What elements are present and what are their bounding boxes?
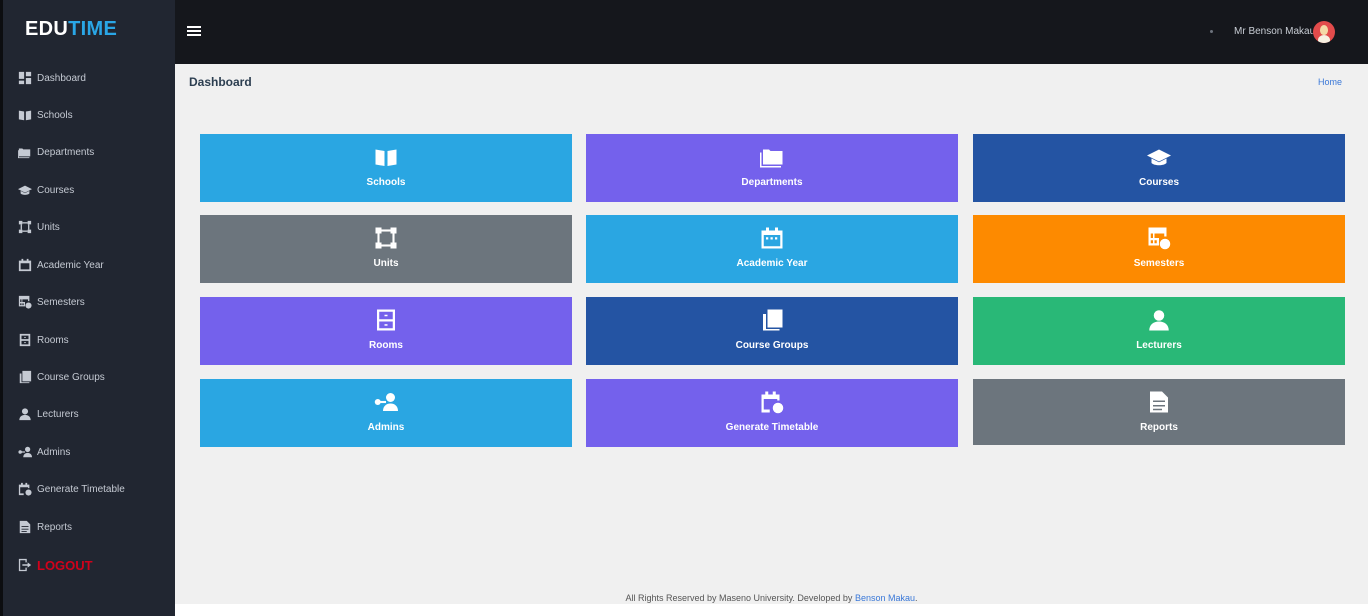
cabinet-icon [17,332,33,348]
tile-label: Reports [1140,422,1178,433]
tile-label: Generate Timetable [725,422,819,433]
tile-course-groups[interactable]: Course Groups [586,297,958,365]
sidebar-item-semesters[interactable]: Semesters [17,289,85,315]
calendar-clock-icon [759,389,785,415]
logout-button[interactable]: LOGOUT [17,552,93,578]
brand-logo-part2: TIME [68,18,118,40]
sidebar-item-label: Units [37,221,60,233]
book-open-icon [17,107,33,123]
sidebar-item-label: Semesters [37,296,85,308]
sidebar-item-academic-year[interactable]: Academic Year [17,252,104,278]
graduation-cap-icon [17,182,33,198]
tile-label: Rooms [369,340,403,351]
sidebar-item-label: Courses [37,184,75,196]
file-icon [1146,389,1172,415]
sidebar-item-label: Reports [37,521,73,533]
sidebar-item-courses[interactable]: Courses [17,177,74,203]
vector-square-icon [373,225,399,251]
tile-courses[interactable]: Courses [973,134,1345,202]
footer-bar [175,604,1368,616]
page-title: Dashboard [189,75,252,89]
tile-reports[interactable]: Reports [973,379,1345,445]
calendar-icon [17,257,33,273]
folder-icon [759,144,785,170]
sidebar-item-label: Schools [37,109,73,121]
folder-icon [17,144,33,160]
tile-label: Lecturers [1136,340,1182,351]
sidebar-item-reports[interactable]: Reports [17,514,72,540]
logout-label: LOGOUT [37,557,93,573]
cabinet-icon [373,307,399,333]
footer-text: All Rights Reserved by Maseno University… [625,593,855,603]
tile-schools[interactable]: Schools [200,134,572,202]
sidebar-item-label: Departments [37,146,95,158]
sidebar-item-admins[interactable]: Admins [17,439,70,465]
footer: All Rights Reserved by Maseno University… [175,593,1368,603]
user-icon [1146,307,1172,333]
tile-generate-timetable[interactable]: Generate Timetable [586,379,958,447]
footer-end: . [914,593,918,603]
tile-label: Academic Year [736,258,808,269]
tile-label: Course Groups [735,340,809,351]
user-name[interactable]: Mr Benson Makau [1234,26,1315,37]
sidebar-item-lecturers[interactable]: Lecturers [17,401,79,427]
tile-label: Units [373,258,399,269]
sidebar-item-label: Generate Timetable [37,483,125,495]
sidebar-item-departments[interactable]: Departments [17,139,94,165]
avatar[interactable] [1313,21,1335,43]
sidebar: EDUTIME Dashboard Schools Departments Co… [0,0,175,616]
menu-toggle-icon[interactable] [187,26,201,38]
sidebar-item-label: Admins [37,446,71,458]
sidebar-item-label: Dashboard [37,72,86,84]
tile-departments[interactable]: Departments [586,134,958,202]
notification-dot [1210,30,1213,33]
book-open-icon [373,144,399,170]
sidebar-item-label: Rooms [37,334,69,346]
vector-square-icon [17,219,33,235]
sidebar-item-label: Academic Year [37,259,104,271]
sidebar-item-generate-timetable[interactable]: Generate Timetable [17,476,125,502]
sidebar-item-label: Lecturers [37,408,79,420]
sidebar-item-schools[interactable]: Schools [17,102,73,128]
tile-semesters[interactable]: Semesters [973,215,1345,283]
sidebar-item-units[interactable]: Units [17,214,60,240]
table-clock-icon [17,294,33,310]
tile-academic-year[interactable]: Academic Year [586,215,958,283]
brand-logo-part1: EDU [25,18,69,40]
tile-label: Schools [366,177,406,188]
sidebar-item-dashboard[interactable]: Dashboard [17,65,86,91]
developer-link[interactable]: Benson Makau [855,593,915,603]
books-icon [759,307,785,333]
books-icon [17,369,33,385]
user-key-icon [17,444,33,460]
sidebar-item-label: Course Groups [37,371,105,383]
sign-out-icon [17,557,33,573]
tile-label: Admins [367,422,405,433]
calendar-clock-icon [17,481,33,497]
tile-rooms[interactable]: Rooms [200,297,572,365]
top-bar: Mr Benson Makau [175,0,1368,64]
user-key-icon [373,389,399,415]
graduation-cap-icon [1146,144,1172,170]
tile-label: Departments [741,177,803,188]
tile-label: Courses [1138,177,1179,188]
tile-units[interactable]: Units [200,215,572,283]
sidebar-item-course-groups[interactable]: Course Groups [17,364,105,390]
calendar-icon [759,225,785,251]
tile-label: Semesters [1133,258,1185,269]
dashboard-icon [17,70,33,86]
tile-admins[interactable]: Admins [200,379,572,447]
file-icon [17,519,33,535]
table-clock-icon [1146,225,1172,251]
brand-logo[interactable]: EDUTIME [25,18,117,41]
sidebar-item-rooms[interactable]: Rooms [17,327,69,353]
breadcrumb-home[interactable]: Home [1318,77,1342,87]
tile-lecturers[interactable]: Lecturers [973,297,1345,365]
user-icon [17,406,33,422]
